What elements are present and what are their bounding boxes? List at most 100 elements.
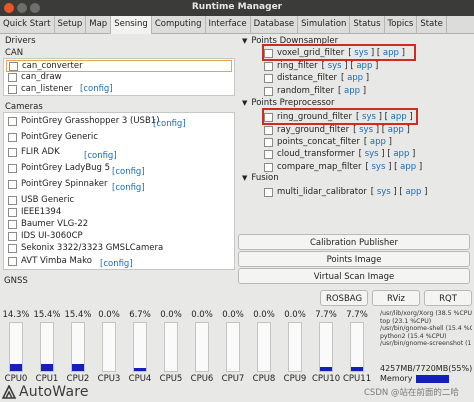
camera-checkbox[interactable] [8, 256, 17, 266]
filter-checkbox[interactable] [264, 149, 273, 159]
sys-link[interactable]: sys [328, 61, 342, 71]
app-link[interactable]: app [388, 125, 404, 135]
camera-checkbox[interactable] [8, 179, 17, 189]
camera-item[interactable]: PointGrey Generic [8, 132, 98, 142]
tab-setup[interactable]: Setup [55, 16, 87, 34]
tab-state[interactable]: State [417, 16, 447, 34]
autoware-logo-icon [1, 384, 17, 399]
camera-item[interactable]: FLIR ADK [8, 147, 60, 157]
camera-checkbox[interactable] [8, 219, 17, 229]
can-draw-item[interactable]: can_draw [8, 72, 62, 82]
camera-config-link[interactable]: [config] [112, 183, 145, 193]
app-link[interactable]: app [370, 137, 386, 147]
tab-interface[interactable]: Interface [206, 16, 251, 34]
expand-triangle-icon[interactable]: ▼ [242, 99, 247, 107]
camera-checkbox[interactable] [8, 231, 17, 241]
camera-config-link[interactable]: [config] [100, 259, 133, 269]
tab-status[interactable]: Status [350, 16, 385, 34]
filter-checkbox[interactable] [264, 187, 273, 197]
camera-item[interactable]: USB Generic [8, 195, 74, 205]
camera-label: AVT Vimba Mako [21, 256, 92, 266]
rosbag-button[interactable]: ROSBAG [320, 290, 368, 306]
camera-config-link[interactable]: [config] [112, 167, 145, 177]
camera-item[interactable]: AVT Vimba Mako [8, 256, 92, 266]
can-listener-config-link[interactable]: [config] [80, 84, 113, 94]
filter-item[interactable]: multi_lidar_calibrator [ sys ] [ app ] [264, 187, 427, 197]
fusion-group[interactable]: ▼ Fusion [242, 173, 279, 183]
camera-checkbox[interactable] [8, 116, 17, 126]
camera-item[interactable]: PointGrey LadyBug 5 [8, 163, 110, 173]
filter-item[interactable]: random_filter [ app ] [264, 86, 366, 96]
can-listener-item[interactable]: can_listener [8, 84, 72, 94]
camera-checkbox[interactable] [8, 147, 17, 157]
can-draw-checkbox[interactable] [8, 72, 17, 82]
camera-item[interactable]: IDS UI-3060CP [8, 231, 83, 241]
app-link[interactable]: app [344, 86, 360, 96]
can-listener-checkbox[interactable] [8, 84, 17, 94]
rqt-button[interactable]: RQT [424, 290, 472, 306]
can-converter-item[interactable]: can_converter [6, 60, 232, 72]
filter-checkbox[interactable] [264, 86, 273, 96]
camera-item[interactable]: Sekonix 3322/3323 GMSLCamera [8, 243, 163, 253]
fusion-title: Fusion [251, 173, 279, 183]
cpu-label: CPU10 [312, 374, 341, 384]
filter-checkbox[interactable] [264, 61, 273, 71]
camera-label: Baumer VLG-22 [21, 219, 89, 229]
tab-database[interactable]: Database [251, 16, 299, 34]
sys-link[interactable]: sys [359, 125, 373, 135]
camera-item[interactable]: IEEE1394 [8, 207, 61, 217]
sys-link[interactable]: sys [365, 149, 379, 159]
expand-triangle-icon[interactable]: ▼ [242, 174, 247, 182]
sys-link[interactable]: sys [377, 187, 391, 197]
camera-config-link[interactable]: [config] [153, 119, 186, 129]
filter-item[interactable]: ray_ground_filter [ sys ] [ app ] [264, 125, 410, 135]
camera-checkbox[interactable] [8, 132, 17, 142]
tab-sensing[interactable]: Sensing [111, 16, 152, 34]
filter-checkbox[interactable] [264, 137, 273, 147]
can-title: CAN [5, 48, 24, 58]
cpu-label: CPU6 [190, 374, 214, 384]
tab-quick-start[interactable]: Quick Start [0, 16, 55, 34]
tab-map[interactable]: Map [86, 16, 112, 34]
filter-item[interactable]: compare_map_filter [ sys ] [ app ] [264, 162, 422, 172]
filter-checkbox[interactable] [264, 162, 273, 172]
app-link[interactable]: app [356, 61, 372, 71]
filter-item[interactable]: distance_filter [ app ] [264, 73, 369, 83]
cpu-percent: 0.0% [253, 310, 275, 320]
app-link[interactable]: app [400, 162, 416, 172]
cpu-bar [288, 322, 302, 372]
points-preprocessor-group[interactable]: ▼ Points Preprocessor [242, 98, 335, 108]
tab-topics[interactable]: Topics [385, 16, 418, 34]
cpu-bar [226, 322, 240, 372]
tab-simulation[interactable]: Simulation [298, 16, 351, 34]
filter-checkbox[interactable] [264, 125, 273, 135]
filter-item[interactable]: ring_filter [ sys ] [ app ] [264, 61, 378, 71]
cpu-meter: 15.4% CPU1 [33, 310, 61, 384]
camera-checkbox[interactable] [8, 163, 17, 173]
filter-item[interactable]: points_concat_filter [ app ] [264, 137, 392, 147]
filter-item[interactable]: cloud_transformer [ sys ] [ app ] [264, 149, 415, 159]
rviz-button[interactable]: RViz [372, 290, 420, 306]
points-image-button[interactable]: Points Image [238, 251, 470, 267]
camera-item[interactable]: Baumer VLG-22 [8, 219, 88, 229]
cpu-meter: 7.7% CPU11 [343, 310, 371, 384]
filter-checkbox[interactable] [264, 73, 273, 83]
filter-label: ray_ground_filter [277, 125, 350, 135]
app-link[interactable]: app [405, 187, 421, 197]
tab-computing[interactable]: Computing [152, 16, 206, 34]
can-converter-checkbox[interactable] [9, 61, 18, 71]
expand-triangle-icon[interactable]: ▼ [242, 37, 247, 45]
camera-item[interactable]: PointGrey Spinnaker [8, 179, 107, 189]
camera-checkbox[interactable] [8, 207, 17, 217]
app-link[interactable]: app [393, 149, 409, 159]
camera-checkbox[interactable] [8, 195, 17, 205]
sys-link[interactable]: sys [371, 162, 385, 172]
calibration-publisher-button[interactable]: Calibration Publisher [238, 234, 470, 250]
camera-checkbox[interactable] [8, 243, 17, 253]
app-link[interactable]: app [347, 73, 363, 83]
cpu-label: CPU5 [159, 374, 183, 384]
autoware-logo: AutoWare [1, 384, 89, 400]
camera-item[interactable]: PointGrey Grasshopper 3 (USB1) [8, 116, 160, 126]
virtual-scan-image-button[interactable]: Virtual Scan Image [238, 268, 470, 284]
camera-config-link[interactable]: [config] [84, 151, 117, 161]
